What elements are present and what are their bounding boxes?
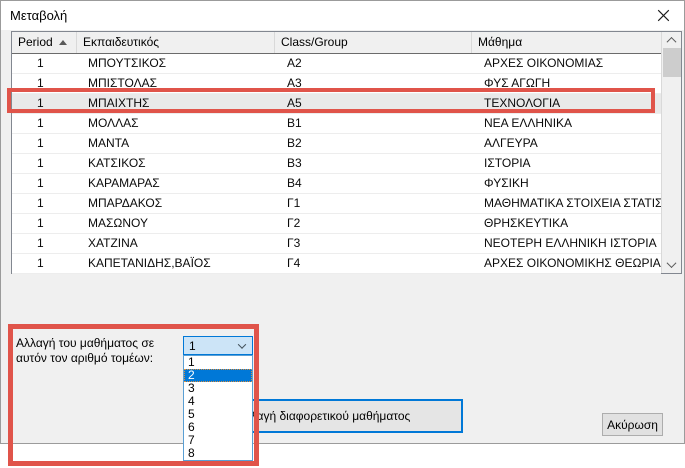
cell-subject: ΑΛΓΕΥΡΑ bbox=[472, 134, 661, 153]
cell-subject: ΙΣΤΟΡΙΑ bbox=[472, 154, 661, 173]
cell-period: 1 bbox=[12, 54, 77, 73]
cell-class-group: Γ1 bbox=[275, 194, 472, 213]
close-icon bbox=[657, 9, 670, 22]
combobox-value: 1 bbox=[184, 339, 196, 353]
table-row[interactable]: 1 ΜΠΙΣΤΟΛΑΣ Α3 ΦΥΣ ΑΓΩΓΗ bbox=[12, 74, 661, 94]
cell-subject: ΤΕΧΝΟΛΟΓΙΑ bbox=[472, 94, 661, 113]
cell-period: 1 bbox=[12, 194, 77, 213]
cell-subject: ΝΕΟΤΕΡΗ ΕΛΛΗΝΙΚΗ ΙΣΤΟΡΙΑ bbox=[472, 234, 661, 253]
cell-class-group: Β4 bbox=[275, 174, 472, 193]
table-row[interactable]: 1 ΜΑΝΤΑ Β2 ΑΛΓΕΥΡΑ bbox=[12, 134, 661, 154]
cell-subject: ΑΡΧΕΣ ΟΙΚΟΝΟΜΙΑΣ bbox=[472, 54, 661, 73]
cell-period: 1 bbox=[12, 214, 77, 233]
title-bar: Μεταβολή bbox=[1, 1, 684, 30]
table-row[interactable]: 1 ΜΠΑΙΧΤΗΣ Α5 ΤΕΧΝΟΛΟΓΙΑ bbox=[12, 94, 661, 114]
cell-class-group: Γ2 bbox=[275, 214, 472, 233]
table-row[interactable]: 1 ΚΑΡΑΜΑΡΑΣ Β4 ΦΥΣΙΚΗ bbox=[12, 174, 661, 194]
sections-count-label-line2: αυτόν τον αριθμό τομέων: bbox=[16, 351, 154, 366]
sections-count-label-line1: Αλλαγή του μαθήματος σε bbox=[16, 336, 154, 351]
cell-period: 1 bbox=[12, 154, 77, 173]
sort-ascending-icon bbox=[59, 40, 67, 45]
table-scrollbar[interactable] bbox=[661, 32, 681, 273]
cell-teacher: ΜΑΝΤΑ bbox=[77, 134, 275, 153]
chevron-up-icon bbox=[667, 37, 677, 47]
cell-class-group: Β1 bbox=[275, 114, 472, 133]
column-header-label: Μάθημα bbox=[478, 32, 522, 53]
cell-teacher: ΜΠΑΙΧΤΗΣ bbox=[77, 94, 275, 113]
table-row[interactable]: 1 ΚΑΤΣΙΚΟΣ Β3 ΙΣΤΟΡΙΑ bbox=[12, 154, 661, 174]
dropdown-option[interactable]: 8 bbox=[184, 447, 252, 460]
dialog-metavoli: Μεταβολή Period Εκπαιδευτικός Class/Grou… bbox=[0, 0, 685, 444]
cell-teacher: ΚΑΠΕΤΑΝΙΔΗΣ,ΒΑΪΟΣ bbox=[77, 254, 275, 273]
cell-subject: ΦΥΣΙΚΗ bbox=[472, 174, 661, 193]
cell-teacher: ΜΠΙΣΤΟΛΑΣ bbox=[77, 74, 275, 93]
cell-period: 1 bbox=[12, 114, 77, 133]
cell-teacher: ΜΠΟΥΤΣΙΚΟΣ bbox=[77, 54, 275, 73]
cell-teacher: ΜΠΑΡΔΑΚΟΣ bbox=[77, 194, 275, 213]
cell-teacher: ΚΑΤΣΙΚΟΣ bbox=[77, 154, 275, 173]
cell-period: 1 bbox=[12, 94, 77, 113]
cell-class-group: Β2 bbox=[275, 134, 472, 153]
cell-class-group: Β3 bbox=[275, 154, 472, 173]
cell-class-group: Α5 bbox=[275, 94, 472, 113]
scroll-down-button[interactable] bbox=[662, 256, 681, 273]
dialog-title: Μεταβολή bbox=[10, 1, 67, 30]
cell-class-group: Α3 bbox=[275, 74, 472, 93]
column-header-label: Εκπαιδευτικός bbox=[83, 32, 159, 53]
close-button[interactable] bbox=[642, 1, 684, 30]
cell-period: 1 bbox=[12, 74, 77, 93]
cell-teacher: ΧΑΤΖΙΝΑ bbox=[77, 234, 275, 253]
column-header-label: Class/Group bbox=[281, 32, 348, 53]
scroll-up-button[interactable] bbox=[662, 32, 681, 49]
cell-teacher: ΜΟΛΛΑΣ bbox=[77, 114, 275, 133]
cell-class-group: Γ3 bbox=[275, 234, 472, 253]
cell-class-group: Γ4 bbox=[275, 254, 472, 273]
table-body: 1 ΜΠΟΥΤΣΙΚΟΣ Α2 ΑΡΧΕΣ ΟΙΚΟΝΟΜΙΑΣ 1 ΜΠΙΣΤ… bbox=[12, 54, 661, 274]
column-header-subject[interactable]: Μάθημα bbox=[472, 32, 661, 53]
cell-period: 1 bbox=[12, 174, 77, 193]
cell-subject: ΦΥΣ ΑΓΩΓΗ bbox=[472, 74, 661, 93]
cell-subject: ΜΑΘΗΜΑΤΙΚΑ ΣΤΟΙΧΕΙΑ ΣΤΑΤΙΣ bbox=[472, 194, 661, 213]
table-header: Period Εκπαιδευτικός Class/Group Μάθημα bbox=[12, 32, 661, 54]
scrollbar-thumb[interactable] bbox=[663, 48, 681, 77]
table-row[interactable]: 1 ΧΑΤΖΙΝΑ Γ3 ΝΕΟΤΕΡΗ ΕΛΛΗΝΙΚΗ ΙΣΤΟΡΙΑ bbox=[12, 234, 661, 254]
chevron-down-icon bbox=[238, 340, 246, 348]
cancel-button[interactable]: Ακύρωση bbox=[602, 413, 663, 436]
column-header-class-group[interactable]: Class/Group bbox=[275, 32, 472, 53]
table-row[interactable]: 1 ΜΟΛΛΑΣ Β1 ΝΕΑ ΕΛΛΗΝΙΚΑ bbox=[12, 114, 661, 134]
table-row[interactable]: 1 ΚΑΠΕΤΑΝΙΔΗΣ,ΒΑΪΟΣ Γ4 ΑΡΧΕΣ ΟΙΚΟΝΟΜΙΚΗΣ… bbox=[12, 254, 661, 274]
chevron-down-icon bbox=[667, 258, 677, 268]
table-row[interactable]: 1 ΜΠΑΡΔΑΚΟΣ Γ1 ΜΑΘΗΜΑΤΙΚΑ ΣΤΟΙΧΕΙΑ ΣΤΑΤΙ… bbox=[12, 194, 661, 214]
table-row[interactable]: 1 ΜΠΟΥΤΣΙΚΟΣ Α2 ΑΡΧΕΣ ΟΙΚΟΝΟΜΙΑΣ bbox=[12, 54, 661, 74]
table-row[interactable]: 1 ΜΑΣΩΝΟΥ Γ2 ΘΡΗΣΚΕΥΤΙΚΑ bbox=[12, 214, 661, 234]
column-header-label: Period bbox=[18, 32, 53, 53]
cell-subject: ΝΕΑ ΕΛΛΗΝΙΚΑ bbox=[472, 114, 661, 133]
cell-period: 1 bbox=[12, 234, 77, 253]
cell-class-group: Α2 bbox=[275, 54, 472, 73]
column-header-period[interactable]: Period bbox=[12, 32, 77, 53]
cell-subject: ΘΡΗΣΚΕΥΤΙΚΑ bbox=[472, 214, 661, 233]
sections-combobox[interactable]: 1 bbox=[183, 336, 253, 355]
cell-period: 1 bbox=[12, 254, 77, 273]
cell-teacher: ΜΑΣΩΝΟΥ bbox=[77, 214, 275, 233]
cell-period: 1 bbox=[12, 134, 77, 153]
screenshot-root: Μεταβολή Period Εκπαιδευτικός Class/Grou… bbox=[0, 0, 685, 468]
sections-count-label: Αλλαγή του μαθήματος σε αυτόν τον αριθμό… bbox=[16, 336, 154, 366]
sections-dropdown-list: 12345678 bbox=[183, 355, 253, 461]
cell-subject: ΑΡΧΕΣ ΟΙΚΟΝΟΜΙΚΗΣ ΘΕΩΡΙΑΣ bbox=[472, 254, 661, 273]
schedule-table: Period Εκπαιδευτικός Class/Group Μάθημα … bbox=[11, 31, 682, 274]
cell-teacher: ΚΑΡΑΜΑΡΑΣ bbox=[77, 174, 275, 193]
column-header-teacher[interactable]: Εκπαιδευτικός bbox=[77, 32, 275, 53]
